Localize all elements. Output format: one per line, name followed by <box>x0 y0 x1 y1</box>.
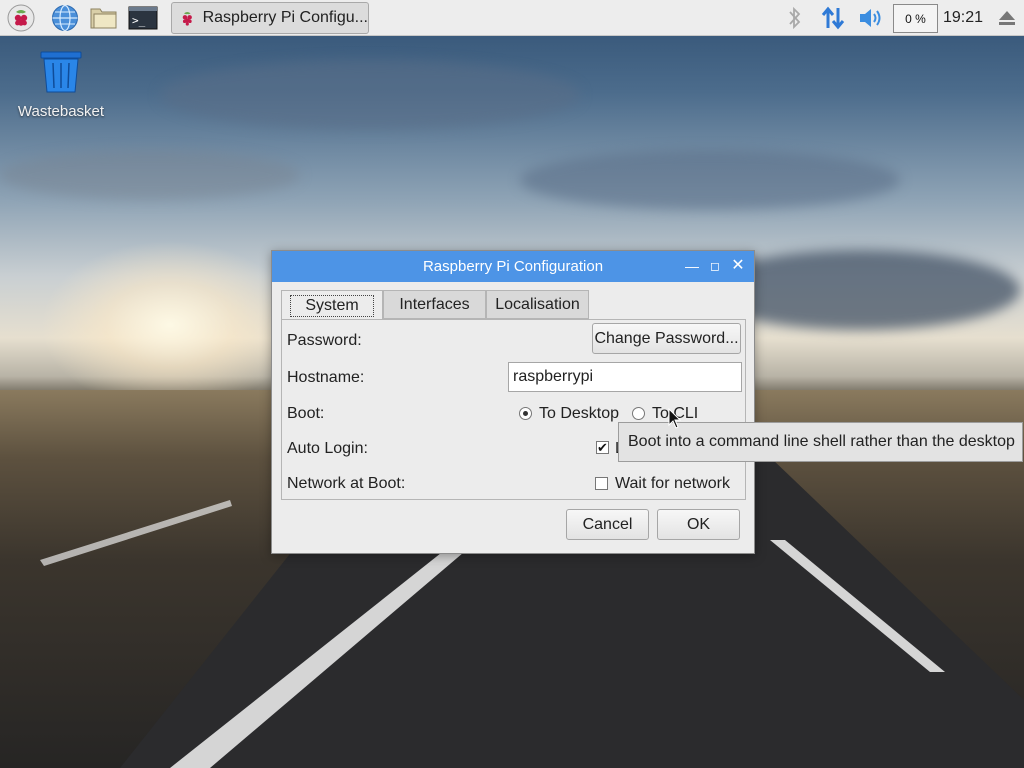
button-label: Change Password... <box>594 329 739 347</box>
desktop-icon-wastebasket[interactable]: Wastebasket <box>14 50 108 120</box>
wait-for-network-label[interactable]: Wait for network <box>615 475 730 493</box>
ok-button[interactable]: OK <box>657 509 740 540</box>
network-at-boot-label: Network at Boot: <box>287 475 406 492</box>
button-label: OK <box>686 515 711 533</box>
cpu-usage-value: 0 % <box>905 11 926 26</box>
taskbar-window-button[interactable]: Raspberry Pi Configu... <box>171 2 369 34</box>
boot-cli-radio[interactable] <box>632 407 645 420</box>
terminal-icon[interactable]: >_ <box>128 3 158 33</box>
boot-desktop-radio[interactable] <box>519 407 532 420</box>
bluetooth-icon[interactable] <box>780 3 810 33</box>
hostname-input[interactable]: raspberrypi <box>508 362 742 392</box>
raspberry-menu-icon[interactable] <box>6 3 36 33</box>
tab-label: Localisation <box>495 295 580 313</box>
tab-label: Interfaces <box>399 295 470 313</box>
web-browser-icon[interactable] <box>50 3 80 33</box>
close-icon[interactable]: ✕ <box>728 255 748 277</box>
tab-interfaces[interactable]: Interfaces <box>383 290 486 319</box>
volume-icon[interactable] <box>856 3 886 33</box>
maximize-icon[interactable]: ◻ <box>705 255 725 277</box>
raspberry-pi-configuration-dialog: Raspberry Pi Configuration ― ◻ ✕ System … <box>271 250 755 554</box>
auto-login-label: Auto Login: <box>287 440 368 457</box>
dialog-titlebar[interactable]: Raspberry Pi Configuration ― ◻ ✕ <box>272 251 754 282</box>
tooltip-text: Boot into a command line shell rather th… <box>628 433 1015 450</box>
sky-cloud <box>160 60 580 130</box>
minimize-icon[interactable]: ― <box>682 255 702 277</box>
boot-label: Boot: <box>287 405 325 422</box>
password-label: Password: <box>287 332 362 349</box>
cancel-button[interactable]: Cancel <box>566 509 649 540</box>
mouse-cursor-icon <box>668 408 682 429</box>
trash-icon <box>40 51 82 93</box>
tab-label: System <box>290 294 374 317</box>
button-label: Cancel <box>582 515 633 533</box>
eject-icon[interactable] <box>992 3 1022 33</box>
sun-glow <box>40 240 300 410</box>
desktop-icon-label: Wastebasket <box>17 103 105 120</box>
svg-text:>_: >_ <box>132 14 146 27</box>
clock[interactable]: 19:21 <box>943 9 983 27</box>
hostname-label: Hostname: <box>287 369 365 386</box>
change-password-button[interactable]: Change Password... <box>592 323 741 354</box>
tab-system[interactable]: System <box>281 290 383 320</box>
sky-cloud <box>0 150 300 200</box>
boot-desktop-label[interactable]: To Desktop <box>539 405 619 423</box>
file-manager-icon[interactable] <box>89 3 119 33</box>
taskbar: >_ Raspberry Pi Configu... 0 % 19:21 <box>0 0 1024 36</box>
raspberry-icon <box>182 12 192 26</box>
wait-for-network-checkbox[interactable] <box>595 477 608 490</box>
tab-localisation[interactable]: Localisation <box>486 290 589 319</box>
cpu-usage-monitor[interactable]: 0 % <box>893 4 938 33</box>
network-icon[interactable] <box>818 3 848 33</box>
auto-login-checkbox[interactable]: ✔ <box>596 441 609 454</box>
taskbar-window-label: Raspberry Pi Configu... <box>202 9 368 26</box>
sky-cloud <box>520 150 900 210</box>
